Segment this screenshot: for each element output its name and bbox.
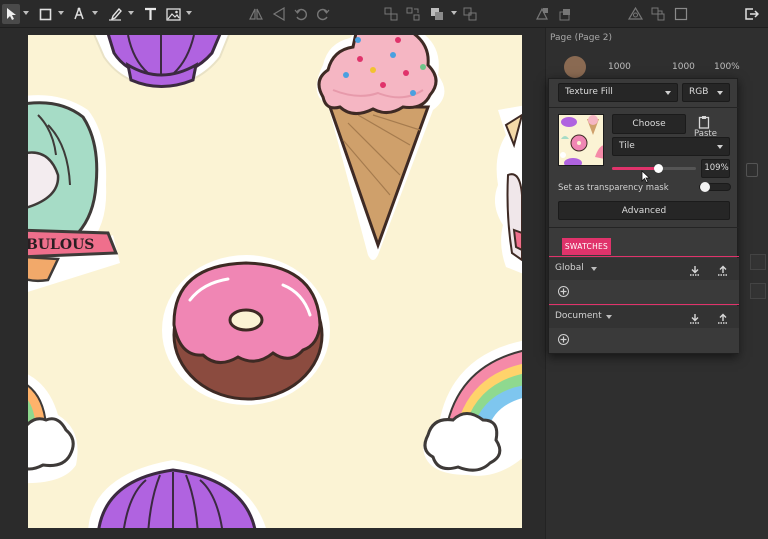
swatches-tab-underline xyxy=(549,256,739,257)
choose-image-button[interactable]: Choose Image... xyxy=(612,114,686,147)
add-swatch-icon[interactable] xyxy=(558,286,569,297)
symbol-icon[interactable] xyxy=(557,4,573,24)
swatch-group-document-body xyxy=(549,328,739,353)
artboard[interactable]: BULOUS xyxy=(28,35,522,528)
image-icon[interactable] xyxy=(164,4,182,24)
shape-dropdown-caret[interactable] xyxy=(58,11,64,15)
color-mode-dropdown[interactable]: RGB xyxy=(682,83,730,102)
transparency-mask-label: Set as transparency mask xyxy=(558,183,669,193)
import-swatches-icon[interactable] xyxy=(689,262,701,281)
rotate-left-icon[interactable] xyxy=(293,4,309,24)
paste-icon[interactable] xyxy=(697,114,711,129)
color-mode-value: RGB xyxy=(689,87,709,97)
swatch-group-global-body xyxy=(549,280,739,304)
frame-icon[interactable] xyxy=(650,4,666,24)
import-swatches-icon[interactable] xyxy=(689,310,701,329)
ungroup-icon[interactable] xyxy=(405,4,421,24)
fill-popup: Texture Fill RGB Choose Image... xyxy=(548,78,739,354)
scale-value-field[interactable]: 109% xyxy=(701,159,730,178)
swatch-group-label: Global xyxy=(555,263,584,273)
unicorn-sticker-right xyxy=(494,105,522,274)
flip-horizontal-icon[interactable] xyxy=(248,4,264,24)
boolean-icon[interactable] xyxy=(462,4,478,24)
advanced-button[interactable]: Advanced xyxy=(558,201,730,220)
swatch-group-label: Document xyxy=(555,311,602,321)
swatch-group-separator xyxy=(549,304,739,305)
component-icon[interactable] xyxy=(627,4,643,24)
brush-dropdown-caret[interactable] xyxy=(128,11,134,15)
zoom-field[interactable]: 100% xyxy=(714,62,740,72)
export-swatches-icon[interactable] xyxy=(717,310,729,329)
arrange-icon[interactable] xyxy=(428,4,446,24)
page-title: Page (Page 2) xyxy=(550,33,613,43)
swatch-group-document-header[interactable]: Document xyxy=(549,306,739,328)
chevron-down-icon xyxy=(717,145,723,149)
pointer-dropdown-caret[interactable] xyxy=(23,11,29,15)
pointer-icon[interactable] xyxy=(2,4,20,24)
purple-shell-sticker-bottom xyxy=(88,460,266,528)
chevron-down-icon xyxy=(665,91,671,95)
tile-mode-dropdown[interactable]: Tile xyxy=(612,137,730,156)
transparency-mask-toggle[interactable] xyxy=(699,182,731,192)
rotate-right-icon[interactable] xyxy=(315,4,331,24)
fill-swatch-thumb[interactable] xyxy=(564,56,586,78)
export-icon[interactable] xyxy=(742,4,760,24)
chevron-down-icon[interactable] xyxy=(591,267,597,271)
canvas-area[interactable]: BULOUS xyxy=(0,28,545,539)
chevron-down-icon[interactable] xyxy=(606,315,612,319)
tile-mode-value: Tile xyxy=(619,141,635,151)
banner-text: BULOUS xyxy=(28,237,94,253)
image-dropdown-caret[interactable] xyxy=(186,11,192,15)
mask-icon[interactable] xyxy=(534,4,550,24)
divider xyxy=(549,227,739,228)
purple-shell-sticker-top xyxy=(93,35,231,89)
toolbar xyxy=(0,0,768,28)
unicorn-sticker-left: BULOUS xyxy=(28,95,120,292)
scale-slider-fill xyxy=(612,167,658,170)
scale-slider-handle[interactable] xyxy=(654,164,663,173)
scale-slider-track[interactable] xyxy=(612,164,696,173)
fill-type-dropdown[interactable]: Texture Fill xyxy=(558,83,678,102)
text-icon[interactable] xyxy=(141,4,159,24)
rectangle-icon[interactable] xyxy=(36,4,54,24)
divider xyxy=(549,107,739,108)
chevron-down-icon xyxy=(717,91,723,95)
tab-swatches[interactable]: SWATCHES xyxy=(562,238,611,255)
app-window: BULOUS Page (Page 2) 1000 1000 100% Text… xyxy=(0,0,768,539)
width-field[interactable]: 1000 xyxy=(608,62,631,72)
texture-preview[interactable] xyxy=(558,114,604,166)
lock-icon[interactable] xyxy=(746,163,758,177)
pen-icon[interactable] xyxy=(70,4,88,24)
brush-icon[interactable] xyxy=(106,4,124,24)
flip-vertical-icon[interactable] xyxy=(271,4,287,24)
collapsed-control-2[interactable] xyxy=(750,283,766,299)
export-swatches-icon[interactable] xyxy=(717,262,729,281)
rainbow-sticker-left xyxy=(28,374,78,484)
group-icon[interactable] xyxy=(383,4,399,24)
toggle-knob xyxy=(700,182,710,192)
height-field[interactable]: 1000 xyxy=(672,62,695,72)
pen-dropdown-caret[interactable] xyxy=(92,11,98,15)
ice-cream-sticker xyxy=(316,35,445,260)
swatch-group-global-header[interactable]: Global xyxy=(549,258,739,280)
mouse-cursor-icon xyxy=(641,169,651,184)
arrange-dropdown-caret[interactable] xyxy=(451,11,457,15)
rainbow-sticker-right xyxy=(423,340,522,476)
add-swatch-icon[interactable] xyxy=(558,334,569,345)
collapsed-control-1[interactable] xyxy=(750,254,766,270)
fill-type-value: Texture Fill xyxy=(565,87,613,97)
donut-sticker xyxy=(162,255,330,405)
artboard-icon[interactable] xyxy=(673,4,689,24)
sticker-pattern: BULOUS xyxy=(28,35,522,528)
